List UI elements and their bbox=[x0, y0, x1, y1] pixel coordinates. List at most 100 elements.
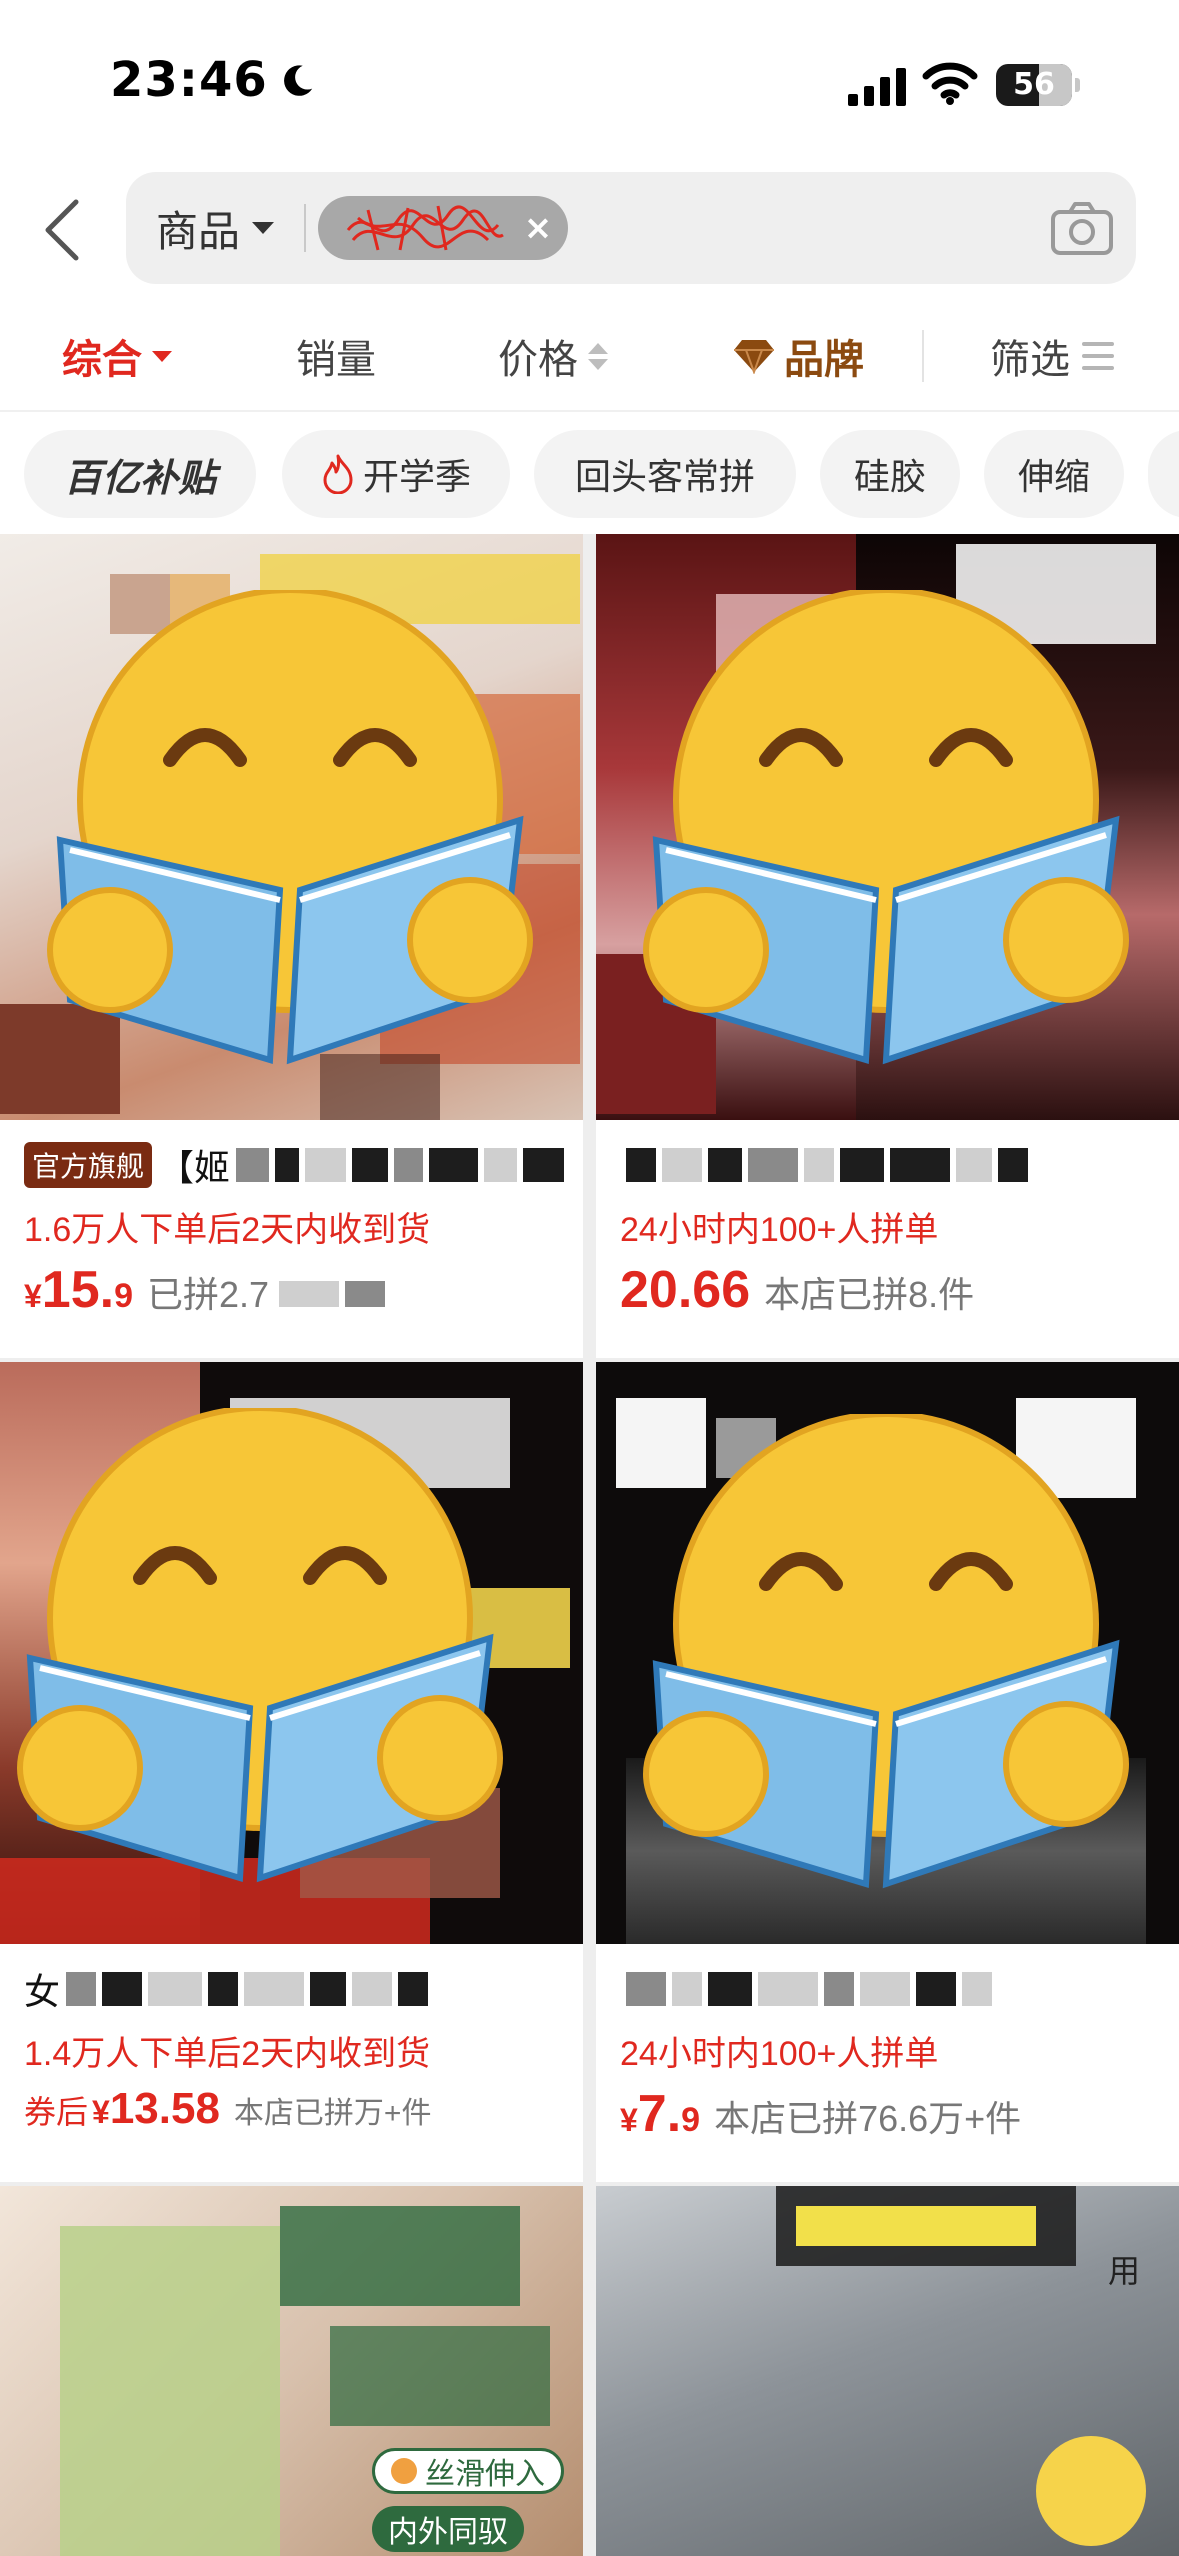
tag-more[interactable] bbox=[1148, 430, 1179, 518]
sort-sales[interactable]: 销量 bbox=[296, 300, 376, 412]
feature-pill: 内外同驭 bbox=[372, 2506, 524, 2552]
image-corner-text: 用 bbox=[1108, 2253, 1141, 2289]
battery-indicator: 56 bbox=[996, 64, 1080, 106]
product-card[interactable]: 女 1.4万人下单后2天内收到货 券后 ¥ 13.58 本店已拼万+件 bbox=[0, 1358, 583, 2184]
price-currency: ¥ bbox=[92, 2094, 110, 2130]
product-sales: 本店已拼76.6万+件 bbox=[714, 2098, 1022, 2139]
product-title bbox=[620, 1964, 1160, 2014]
sort-comprehensive[interactable]: 综合 bbox=[62, 300, 172, 412]
tag-telescopic[interactable]: 伸缩 bbox=[984, 430, 1124, 518]
product-info: 女 1.4万人下单后2天内收到货 券后 ¥ 13.58 本店已拼万+件 bbox=[0, 1944, 583, 2184]
price-integer: 13.58 bbox=[109, 2084, 220, 2133]
product-card[interactable]: 官方旗舰 【姬 1.6万人下单后2天内收到货 ¥ 15. 9 已拼2.7 bbox=[0, 534, 583, 1360]
sort-label: 价格 bbox=[498, 338, 578, 382]
feature-pill-label: 内外同驭 bbox=[388, 2516, 508, 2549]
product-image bbox=[0, 1358, 583, 1944]
battery-percent: 56 bbox=[1013, 67, 1055, 102]
sort-label: 筛选 bbox=[990, 338, 1070, 382]
price-prefix: 券后 bbox=[24, 2094, 89, 2130]
tag-label: 百亿补贴 bbox=[63, 457, 216, 500]
reading-emoji-sticker bbox=[47, 590, 533, 1065]
chevron-left-icon bbox=[45, 199, 79, 261]
back-button[interactable] bbox=[32, 190, 92, 270]
tag-repeat-buyers[interactable]: 回头客常拼 bbox=[534, 430, 796, 518]
camera-icon[interactable] bbox=[1050, 200, 1114, 256]
sort-label: 销量 bbox=[296, 338, 376, 382]
product-image bbox=[0, 534, 583, 1120]
product-card[interactable]: 丝滑伸入 内外同驭 bbox=[0, 2186, 583, 2556]
grid-gutter bbox=[583, 534, 596, 2556]
search-bar[interactable]: 商品 × bbox=[126, 172, 1136, 284]
price-integer: 7. bbox=[637, 2085, 682, 2143]
product-image bbox=[596, 1358, 1179, 1944]
price-decimal: 9 bbox=[681, 2101, 701, 2139]
divider bbox=[0, 2182, 1179, 2186]
caret-down-icon bbox=[252, 222, 275, 234]
tag-silicone[interactable]: 硅胶 bbox=[820, 430, 960, 518]
tag-label: 伸缩 bbox=[1017, 456, 1090, 497]
diamond-icon bbox=[734, 340, 774, 374]
tag-subsidy[interactable]: 百亿补贴 bbox=[24, 430, 256, 518]
sort-updown-icon bbox=[588, 342, 608, 370]
wifi-icon bbox=[922, 62, 978, 105]
sort-filter[interactable]: 筛选 bbox=[990, 300, 1114, 412]
reading-emoji-sticker bbox=[643, 590, 1129, 1065]
product-sales: 本店已拼8.件 bbox=[764, 1274, 975, 1315]
product-card[interactable]: 24小时内100+人拼单 20.66 本店已拼8.件 bbox=[596, 534, 1179, 1360]
fire-icon bbox=[323, 454, 353, 494]
redaction-scribble bbox=[346, 205, 504, 251]
product-price: 20.66 本店已拼8.件 bbox=[620, 1260, 974, 1330]
divider bbox=[0, 1358, 1179, 1362]
heart-icon bbox=[391, 2458, 417, 2484]
signal-icon bbox=[848, 68, 906, 106]
divider bbox=[304, 204, 306, 252]
price-decimal: 9 bbox=[114, 1277, 134, 1315]
product-title-text: 【姬 bbox=[158, 1147, 231, 1188]
product-title: 官方旗舰 【姬 bbox=[24, 1140, 564, 1190]
product-title: 女 bbox=[24, 1964, 564, 2014]
sort-label: 综合 bbox=[62, 338, 142, 382]
product-promo: 24小时内100+人拼单 bbox=[620, 1211, 939, 1249]
sort-bar: 综合 销量 价格 品牌 筛选 bbox=[0, 300, 1179, 412]
filter-icon bbox=[1082, 342, 1114, 370]
product-image: 丝滑伸入 内外同驭 bbox=[0, 2186, 583, 2556]
moon-icon bbox=[284, 65, 313, 96]
official-store-badge: 官方旗舰 bbox=[24, 1142, 153, 1188]
product-card[interactable]: 24小时内100+人拼单 ¥ 7. 9 本店已拼76.6万+件 bbox=[596, 1358, 1179, 2184]
status-bar: 23:46 56 bbox=[0, 0, 1179, 160]
tag-label: 回头客常拼 bbox=[574, 456, 755, 497]
product-promo: 1.4万人下单后2天内收到货 bbox=[24, 2035, 431, 2073]
product-promo: 1.6万人下单后2天内收到货 bbox=[24, 1211, 431, 1249]
product-title bbox=[620, 1140, 1160, 1190]
search-keyword-chip[interactable]: × bbox=[318, 196, 568, 260]
sort-label: 品牌 bbox=[784, 338, 864, 382]
caret-down-icon bbox=[152, 350, 172, 362]
product-price: ¥ 15. 9 已拼2.7 bbox=[24, 1260, 386, 1330]
price-integer: 15. bbox=[41, 1261, 115, 1319]
divider bbox=[0, 410, 1179, 412]
search-scope-dropdown[interactable]: 商品 bbox=[156, 172, 275, 284]
product-sales: 本店已拼万+件 bbox=[233, 2097, 432, 2130]
price-currency: ¥ bbox=[620, 2102, 638, 2138]
tag-back-to-school[interactable]: 开学季 bbox=[282, 430, 510, 518]
product-price: ¥ 7. 9 本店已拼76.6万+件 bbox=[620, 2084, 1021, 2154]
reading-emoji-sticker bbox=[643, 1414, 1129, 1889]
shop-logo-area bbox=[10, 544, 260, 594]
feature-pill: 丝滑伸入 bbox=[372, 2448, 564, 2494]
clear-keyword-icon[interactable]: × bbox=[516, 206, 560, 250]
sort-price[interactable]: 价格 bbox=[498, 300, 608, 412]
product-info: 24小时内100+人拼单 20.66 本店已拼8.件 bbox=[596, 1120, 1179, 1360]
product-promo: 24小时内100+人拼单 bbox=[620, 2035, 939, 2073]
tag-label: 开学季 bbox=[362, 456, 471, 497]
feature-pill-label: 丝滑伸入 bbox=[425, 2458, 545, 2491]
price-integer: 20.66 bbox=[620, 1261, 751, 1319]
product-card[interactable]: 用 bbox=[596, 2186, 1179, 2556]
status-time: 23:46 bbox=[110, 52, 268, 108]
divider bbox=[922, 330, 924, 382]
tag-label: 硅胶 bbox=[853, 456, 926, 497]
product-title-text: 女 bbox=[24, 1971, 61, 2012]
product-image bbox=[596, 534, 1179, 1120]
sort-brand[interactable]: 品牌 bbox=[732, 300, 864, 412]
price-currency: ¥ bbox=[24, 1278, 42, 1314]
product-info: 24小时内100+人拼单 ¥ 7. 9 本店已拼76.6万+件 bbox=[596, 1944, 1179, 2184]
